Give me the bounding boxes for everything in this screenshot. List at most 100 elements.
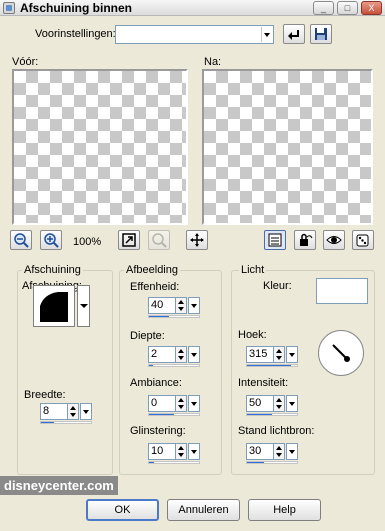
bevel-group-title: Afschuining	[22, 264, 83, 276]
arrow-up-icon[interactable]	[178, 446, 184, 450]
minimize-button[interactable]: _	[313, 1, 334, 15]
bevel-shape-preview[interactable]	[33, 285, 75, 327]
magnifier-disabled-icon	[152, 233, 167, 248]
angle-level-track	[246, 364, 298, 367]
width-label: Breedte:	[24, 389, 66, 401]
zoom-out-button[interactable]	[10, 230, 32, 250]
magnifier-minus-icon	[14, 233, 29, 248]
depth-value[interactable]: 2	[148, 346, 176, 363]
close-button[interactable]: X	[361, 1, 382, 15]
arrow-up-icon[interactable]	[70, 406, 76, 410]
randomize-button[interactable]	[352, 230, 374, 250]
intensity-stepper[interactable]	[274, 395, 285, 412]
before-preview[interactable]	[12, 69, 188, 225]
arrow-down-icon[interactable]	[276, 405, 282, 409]
width-value[interactable]: 8	[40, 403, 68, 420]
intensity-value[interactable]: 50	[246, 395, 274, 412]
arrow-up-icon[interactable]	[276, 398, 282, 402]
elevation-label: Stand lichtbron:	[238, 425, 315, 437]
smoothness-label: Effenheid:	[130, 281, 180, 293]
maximize-button[interactable]: □	[337, 1, 358, 15]
shininess-label: Glinstering:	[130, 425, 186, 437]
intensity-slider-dropdown[interactable]	[286, 395, 298, 412]
elevation-stepper[interactable]	[274, 443, 285, 460]
smoothness-stepper[interactable]	[176, 297, 187, 314]
lock-eye-icon	[300, 233, 313, 246]
watermark-label: disneycenter.com	[0, 476, 118, 495]
presets-select[interactable]	[115, 25, 274, 44]
zoom-level: 100%	[73, 236, 102, 248]
angle-label: Hoek:	[238, 329, 267, 341]
bevel-shape-dropdown[interactable]	[77, 285, 90, 327]
arrow-down-icon[interactable]	[178, 307, 184, 311]
angle-dial-icon	[332, 344, 350, 362]
light-color-swatch[interactable]	[316, 278, 368, 304]
ambience-value[interactable]: 0	[148, 395, 176, 412]
intensity-level-fill	[247, 414, 272, 415]
elevation-value[interactable]: 30	[246, 443, 274, 460]
presets-label: Voorinstellingen:	[35, 28, 116, 40]
reset-button[interactable]	[283, 24, 305, 44]
chevron-down-icon[interactable]	[261, 27, 272, 42]
width-level-track	[40, 421, 92, 424]
depth-stepper[interactable]	[176, 346, 187, 363]
shininess-value[interactable]: 10	[148, 443, 176, 460]
image-group-title: Afbeelding	[124, 264, 180, 276]
light-color-label: Kleur:	[263, 280, 292, 292]
depth-slider-dropdown[interactable]	[188, 346, 200, 363]
zoom-in-button[interactable]	[40, 230, 62, 250]
elevation-slider-dropdown[interactable]	[286, 443, 298, 460]
ambience-label: Ambiance:	[130, 377, 182, 389]
depth-level-track	[148, 364, 200, 367]
angle-dial[interactable]	[318, 330, 364, 376]
shininess-level-track	[148, 461, 200, 464]
smoothness-level-fill	[149, 316, 169, 317]
save-preset-button[interactable]	[310, 24, 332, 44]
angle-stepper[interactable]	[274, 346, 285, 363]
arrow-down-icon[interactable]	[178, 405, 184, 409]
pan-button[interactable]	[186, 230, 208, 250]
floppy-disk-icon	[315, 28, 327, 40]
arrow-down-icon[interactable]	[276, 356, 282, 360]
arrow-up-icon[interactable]	[178, 349, 184, 353]
ok-button[interactable]: OK	[86, 499, 159, 521]
show-preview-toggle[interactable]	[264, 230, 286, 250]
arrow-down-icon[interactable]	[70, 413, 76, 417]
cancel-button[interactable]: Annuleren	[167, 499, 240, 521]
arrow-up-icon[interactable]	[178, 300, 184, 304]
zoom-to-fit-button[interactable]	[118, 230, 140, 250]
elevation-level-fill	[247, 462, 264, 463]
arrow-down-icon[interactable]	[178, 453, 184, 457]
arrow-down-icon[interactable]	[178, 356, 184, 360]
reset-arrow-icon	[288, 30, 299, 40]
shininess-level-fill	[149, 462, 154, 463]
ambience-level-fill	[149, 414, 174, 415]
ambience-level-track	[148, 413, 200, 416]
proof-button[interactable]	[323, 230, 345, 250]
fit-window-icon	[122, 233, 136, 247]
width-slider-dropdown[interactable]	[80, 403, 92, 420]
before-preview-label: Vóór:	[12, 56, 39, 68]
preview-panel-icon	[268, 233, 282, 247]
smoothness-slider-dropdown[interactable]	[188, 297, 200, 314]
width-level-fill	[41, 422, 54, 423]
arrow-up-icon[interactable]	[276, 446, 282, 450]
angle-value[interactable]: 315	[246, 346, 274, 363]
arrow-up-icon[interactable]	[178, 398, 184, 402]
zoom-disabled-button	[148, 230, 170, 250]
auto-proof-button[interactable]	[294, 230, 316, 250]
ambience-stepper[interactable]	[176, 395, 187, 412]
help-button[interactable]: Help	[248, 499, 321, 521]
width-stepper[interactable]	[68, 403, 79, 420]
elevation-level-track	[246, 461, 298, 464]
angle-slider-dropdown[interactable]	[286, 346, 298, 363]
shininess-slider-dropdown[interactable]	[188, 443, 200, 460]
smoothness-value[interactable]: 40	[148, 297, 176, 314]
bevel-shape-icon	[40, 292, 68, 322]
arrow-down-icon[interactable]	[276, 453, 282, 457]
title-bar: Afschuining binnen _ □ X	[0, 0, 385, 16]
after-preview	[202, 69, 373, 225]
shininess-stepper[interactable]	[176, 443, 187, 460]
ambience-slider-dropdown[interactable]	[188, 395, 200, 412]
arrow-up-icon[interactable]	[276, 349, 282, 353]
